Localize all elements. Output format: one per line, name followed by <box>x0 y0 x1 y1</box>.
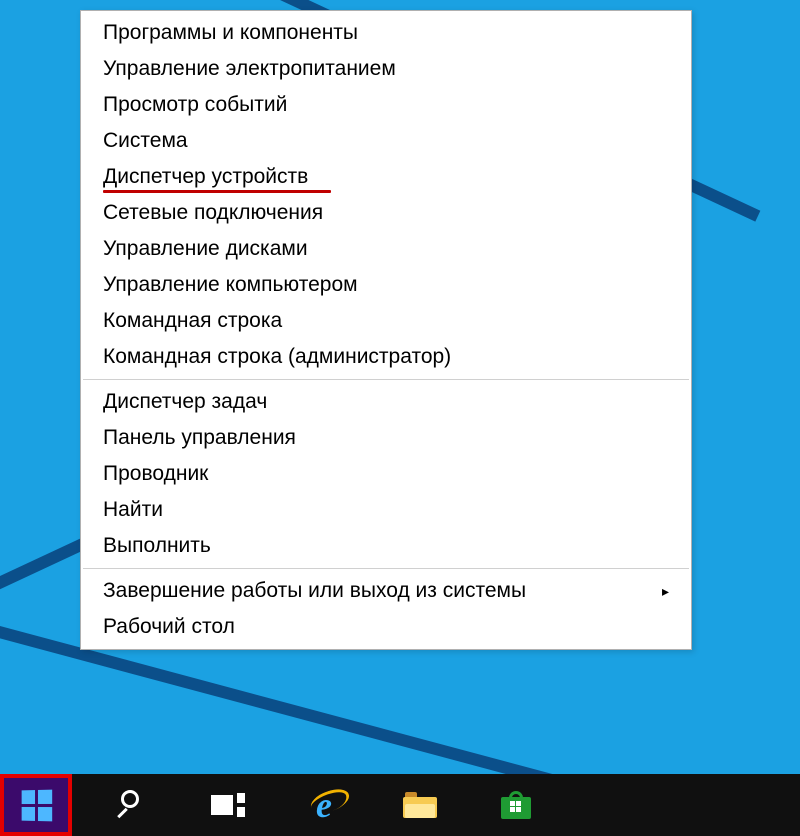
store-icon <box>501 791 531 819</box>
menu-item-label: Просмотр событий <box>103 93 287 117</box>
taskbar: e <box>0 774 800 836</box>
search-button[interactable] <box>96 774 168 836</box>
menu-device-manager[interactable]: Диспетчер устройств <box>81 159 691 195</box>
menu-system[interactable]: Система <box>81 123 691 159</box>
menu-separator <box>83 568 689 569</box>
menu-item-label: Диспетчер задач <box>103 390 267 414</box>
menu-item-label: Управление электропитанием <box>103 57 396 81</box>
menu-item-label: Командная строка (администратор) <box>103 345 451 369</box>
menu-command-prompt-admin[interactable]: Командная строка (администратор) <box>81 339 691 375</box>
menu-separator <box>83 379 689 380</box>
menu-shutdown-signout[interactable]: Завершение работы или выход из системы ▸ <box>81 573 691 609</box>
chevron-right-icon: ▸ <box>662 583 669 600</box>
task-view-button[interactable] <box>192 774 264 836</box>
menu-desktop[interactable]: Рабочий стол <box>81 609 691 645</box>
menu-task-manager[interactable]: Диспетчер задач <box>81 384 691 420</box>
menu-run[interactable]: Выполнить <box>81 528 691 564</box>
menu-item-label: Выполнить <box>103 534 211 558</box>
menu-item-label: Проводник <box>103 462 208 486</box>
menu-item-label: Программы и компоненты <box>103 21 358 45</box>
menu-programs-features[interactable]: Программы и компоненты <box>81 15 691 51</box>
menu-event-viewer[interactable]: Просмотр событий <box>81 87 691 123</box>
menu-item-label: Сетевые подключения <box>103 201 323 225</box>
menu-item-label: Панель управления <box>103 426 296 450</box>
internet-explorer-button[interactable]: e <box>288 774 360 836</box>
task-view-icon <box>211 793 245 817</box>
menu-item-label: Управление дисками <box>103 237 308 261</box>
search-icon <box>117 790 147 820</box>
start-button[interactable] <box>0 774 72 836</box>
menu-item-label: Завершение работы или выход из системы <box>103 579 526 603</box>
store-button[interactable] <box>480 774 552 836</box>
file-explorer-button[interactable] <box>384 774 456 836</box>
menu-item-label: Диспетчер устройств <box>103 165 308 189</box>
menu-item-label: Управление компьютером <box>103 273 358 297</box>
menu-item-label: Командная строка <box>103 309 282 333</box>
start-context-menu: Программы и компоненты Управление электро… <box>80 10 692 650</box>
menu-search[interactable]: Найти <box>81 492 691 528</box>
menu-file-explorer[interactable]: Проводник <box>81 456 691 492</box>
internet-explorer-icon: e <box>316 787 332 823</box>
folder-icon <box>403 792 437 818</box>
highlight-underline <box>103 190 331 193</box>
menu-power-options[interactable]: Управление электропитанием <box>81 51 691 87</box>
menu-disk-management[interactable]: Управление дисками <box>81 231 691 267</box>
menu-network-connections[interactable]: Сетевые подключения <box>81 195 691 231</box>
windows-logo-icon <box>21 789 52 821</box>
menu-control-panel[interactable]: Панель управления <box>81 420 691 456</box>
menu-item-label: Найти <box>103 498 163 522</box>
menu-item-label: Рабочий стол <box>103 615 235 639</box>
menu-item-label: Система <box>103 129 188 153</box>
menu-computer-management[interactable]: Управление компьютером <box>81 267 691 303</box>
menu-command-prompt[interactable]: Командная строка <box>81 303 691 339</box>
